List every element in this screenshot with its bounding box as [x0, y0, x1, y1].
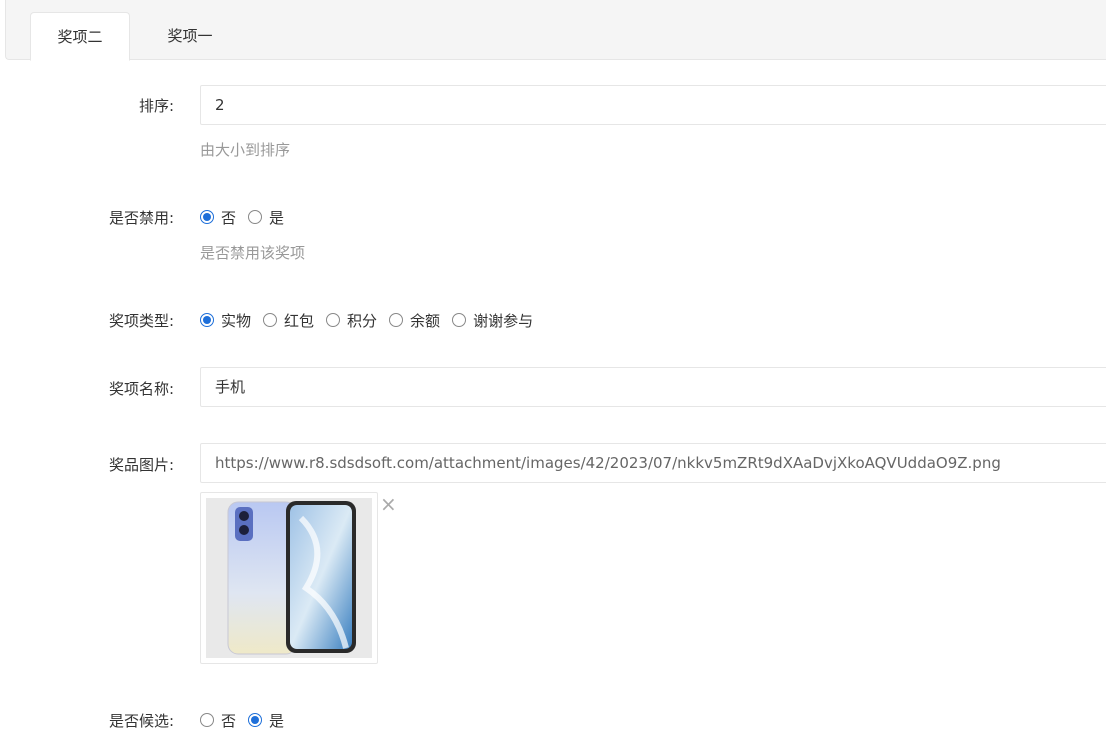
- disabled-help: 是否禁用该奖项: [200, 244, 306, 262]
- sort-label: 排序:: [138, 97, 174, 115]
- disabled-label: 是否禁用:: [108, 209, 174, 227]
- tab-prize-1[interactable]: 奖项一: [140, 12, 240, 61]
- radio-unchecked-icon: [452, 313, 467, 327]
- prize-type-radio-points[interactable]: 积分: [326, 310, 377, 331]
- disabled-radio-group: 否 是: [200, 206, 296, 228]
- tab-bar: 奖项二 奖项一: [5, 0, 1106, 61]
- prize-type-label: 奖项类型:: [108, 312, 174, 330]
- prize-type-radio-red-packet[interactable]: 红包: [263, 310, 314, 331]
- phone-image: [206, 498, 372, 658]
- prize-image-url-input[interactable]: https://www.r8.sdsdsoft.com/attachment/i…: [200, 443, 1106, 483]
- prize-type-radio-thanks[interactable]: 谢谢参与: [452, 310, 533, 331]
- radio-checked-icon: [200, 313, 214, 327]
- disabled-radio-no[interactable]: 否: [200, 207, 236, 228]
- disabled-radio-yes[interactable]: 是: [248, 207, 284, 228]
- prize-type-radio-group: 实物 红包 积分 余额 谢谢参与: [200, 309, 545, 331]
- prize-image-label: 奖品图片:: [108, 456, 174, 474]
- prize-type-radio-balance[interactable]: 余额: [389, 310, 440, 331]
- radio-unchecked-icon: [263, 313, 278, 327]
- sort-help: 由大小到排序: [200, 141, 291, 159]
- radio-unchecked-icon: [200, 713, 214, 727]
- radio-unchecked-icon: [326, 313, 341, 327]
- radio-unchecked-icon: [248, 210, 263, 224]
- prize-name-input[interactable]: 手机: [200, 367, 1106, 407]
- candidate-label: 是否候选:: [108, 712, 174, 730]
- candidate-radio-group: 否 是: [200, 709, 296, 731]
- radio-checked-icon: [200, 210, 214, 224]
- prize-type-radio-physical[interactable]: 实物: [200, 310, 251, 331]
- remove-image-icon[interactable]: ×: [380, 494, 397, 514]
- prize-image-thumbnail: [200, 492, 378, 664]
- tab-prize-2[interactable]: 奖项二: [30, 12, 130, 61]
- candidate-radio-yes[interactable]: 是: [248, 710, 284, 731]
- prize-name-label: 奖项名称:: [108, 380, 174, 398]
- radio-unchecked-icon: [389, 313, 404, 327]
- candidate-radio-no[interactable]: 否: [200, 710, 236, 731]
- radio-checked-icon: [248, 713, 263, 727]
- sort-input[interactable]: 2: [200, 85, 1106, 125]
